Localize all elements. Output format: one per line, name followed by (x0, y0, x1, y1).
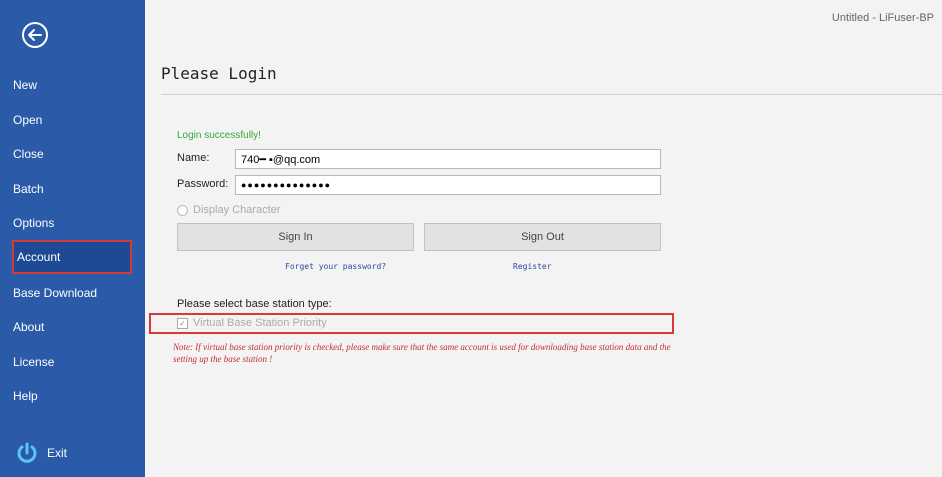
password-label: Password: (177, 178, 229, 190)
sidebar-item-label: Options (13, 216, 55, 230)
virtual-base-station-checkbox[interactable]: ✓ Virtual Base Station Priority (177, 317, 327, 329)
exit-button[interactable]: Exit (15, 437, 135, 469)
window-title: Untitled - LiFuser-BP (831, 12, 934, 24)
sidebar-item-about[interactable]: About (0, 311, 145, 343)
sidebar-item-open[interactable]: Open (0, 104, 145, 136)
base-station-type-label: Please select base station type: (177, 298, 332, 310)
radio-icon (177, 204, 188, 216)
checkmark-icon: ✓ (177, 317, 188, 329)
sidebar-item-base-download[interactable]: Base Download (0, 277, 145, 309)
sidebar-item-license[interactable]: License (0, 346, 145, 378)
sidebar-item-label: Batch (13, 182, 44, 196)
sidebar-item-batch[interactable]: Batch (0, 173, 145, 205)
login-status-message: Login successfully! (177, 130, 261, 141)
name-field[interactable] (235, 149, 661, 169)
sidebar-item-label: Help (13, 389, 38, 403)
main-content: Untitled - LiFuser-BP Please Login Login… (145, 0, 942, 477)
sidebar-item-label: About (13, 320, 45, 334)
sign-out-button[interactable]: Sign Out (424, 223, 661, 251)
sign-in-button[interactable]: Sign In (177, 223, 414, 251)
sidebar-item-label: Open (13, 113, 43, 127)
sidebar-item-label: New (13, 78, 38, 92)
sign-in-label: Sign In (278, 231, 313, 243)
sidebar-item-help[interactable]: Help (0, 380, 145, 412)
exit-label: Exit (47, 446, 68, 460)
back-arrow-icon (22, 22, 48, 48)
page-title: Please Login (161, 64, 277, 83)
sidebar-item-label: Account (17, 250, 61, 264)
password-field[interactable] (235, 175, 661, 195)
back-button[interactable] (20, 20, 50, 50)
forgot-password-link[interactable]: Forget your password? (285, 262, 386, 271)
name-label: Name: (177, 152, 210, 164)
sidebar-item-close[interactable]: Close (0, 138, 145, 170)
virtual-base-station-label: Virtual Base Station Priority (193, 317, 327, 329)
display-character-option[interactable]: Display Character (177, 204, 280, 216)
divider (161, 94, 942, 95)
note-text: Note: If virtual base station priority i… (173, 342, 671, 364)
sign-out-label: Sign Out (521, 231, 564, 243)
sidebar-item-new[interactable]: New (0, 69, 145, 101)
register-link[interactable]: Register (513, 262, 552, 271)
sidebar: New Open Close Batch Options Account Bas… (0, 0, 145, 477)
sidebar-item-label: Base Download (13, 286, 98, 300)
sidebar-item-options[interactable]: Options (0, 207, 145, 239)
display-character-label: Display Character (193, 204, 281, 216)
sidebar-item-account[interactable]: Account (12, 240, 132, 274)
power-icon (17, 442, 37, 463)
sidebar-item-label: License (13, 355, 55, 369)
sidebar-item-label: Close (13, 147, 44, 161)
